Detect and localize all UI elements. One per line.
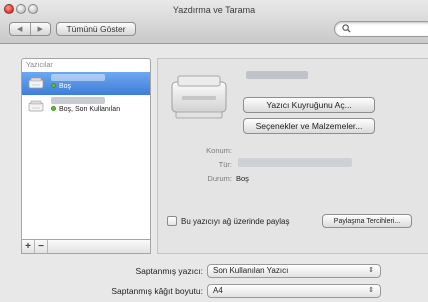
default-paper-value: A4 (213, 286, 223, 295)
back-icon[interactable]: ◀ (10, 23, 30, 35)
forward-icon[interactable]: ▶ (29, 23, 51, 35)
share-printer-checkbox[interactable] (167, 216, 177, 226)
printer-list-header: Yazıcılar (26, 62, 53, 69)
show-all-button[interactable]: Tümünü Göster (56, 22, 136, 36)
navigation-buttons: ◀ ▶ (9, 22, 51, 36)
status-value: Boş (236, 174, 249, 183)
options-supplies-button[interactable]: Seçenekler ve Malzemeler... (243, 118, 375, 134)
idle-status-dot (51, 106, 56, 111)
search-input[interactable] (334, 21, 428, 37)
default-printer-value: Son Kullanılan Yazıcı (213, 266, 289, 275)
open-print-queue-button[interactable]: Yazıcı Kuyruğunu Aç... (243, 97, 375, 113)
window-title: Yazdırma ve Tarama (172, 5, 256, 15)
printer-icon (28, 77, 44, 89)
default-printer-label: Saptanmış yazıcı: (135, 266, 203, 276)
printer-status: Boş (59, 83, 72, 90)
remove-printer-button[interactable]: − (35, 240, 48, 253)
kind-label: Tür: (218, 160, 232, 169)
printer-name-redacted (51, 97, 105, 104)
location-label: Konum: (206, 146, 232, 155)
printer-name-redacted (246, 71, 308, 79)
updown-arrows-icon: ⇕ (368, 287, 374, 294)
printer-icon (171, 75, 227, 119)
updown-arrows-icon: ⇕ (368, 267, 374, 274)
printer-icon (28, 100, 44, 112)
printer-list: Yazıcılar Boş Boş, Son Kullanılan (21, 58, 151, 240)
idle-status-dot (51, 83, 56, 88)
sharing-preferences-button[interactable]: Paylaşma Tercihleri... (322, 214, 412, 228)
default-paper-label: Saptanmış kâğıt boyutu: (111, 286, 203, 296)
printer-list-footer: + − (21, 240, 151, 254)
share-printer-option[interactable]: Bu yazıcıyı ağ üzerinde paylaş (167, 216, 290, 226)
share-printer-label: Bu yazıcıyı ağ üzerinde paylaş (181, 216, 290, 226)
magnifier-icon (342, 24, 351, 33)
kind-value-redacted (238, 158, 352, 167)
printer-status: Boş, Son Kullanılan (59, 106, 121, 113)
printer-list-item[interactable]: Boş (22, 72, 150, 95)
printer-name-redacted (51, 74, 105, 81)
print-scan-window: Yazdırma ve Tarama ◀ ▶ Tümünü Göster Yaz… (0, 0, 428, 302)
title-bar: Yazdırma ve Tarama ◀ ▶ Tümünü Göster (0, 0, 428, 44)
add-printer-button[interactable]: + (22, 240, 35, 253)
default-printer-popup[interactable]: Son Kullanılan Yazıcı ⇕ (207, 264, 381, 278)
status-label: Durum: (207, 174, 232, 183)
printer-list-item[interactable]: Boş, Son Kullanılan (22, 95, 150, 118)
default-paper-popup[interactable]: A4 ⇕ (207, 284, 381, 298)
